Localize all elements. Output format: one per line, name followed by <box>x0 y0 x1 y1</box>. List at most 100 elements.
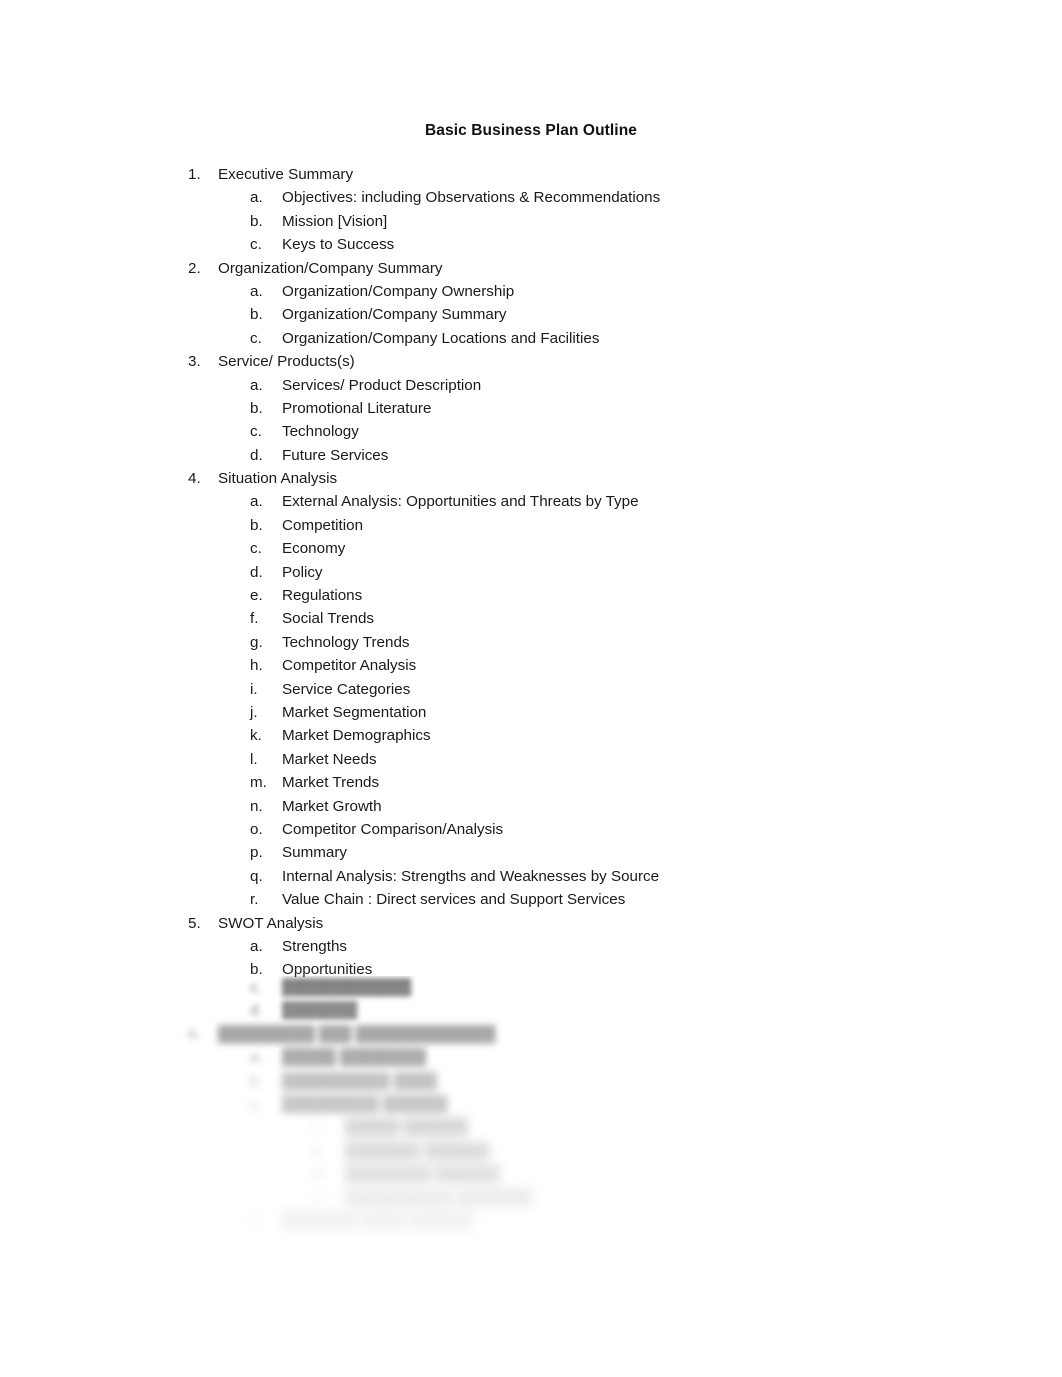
outline-item-label: ███████ ████ ██████ <box>282 1212 474 1230</box>
outline-item-label: Market Segmentation <box>282 703 427 721</box>
outline-item: o. Competitor Comparison/Analysis <box>0 818 1062 841</box>
outline-item-label: Organization/Company Summary <box>282 306 507 324</box>
outline-item: 5. SWOT Analysis <box>0 912 1062 935</box>
outline-item-label: Competition <box>282 516 364 534</box>
page-title: Basic Business Plan Outline <box>424 122 638 139</box>
outline-item-label: Services/ Product Description <box>282 376 482 394</box>
outline-item-marker: 3. <box>188 353 201 371</box>
obscured-band: i. █████ ██████ ii. ███████ ██████ iii. █████… <box>0 1116 1062 1186</box>
outline-item-label: Value Chain : Direct services and Suppor… <box>282 891 626 909</box>
outline-item-marker: 4. <box>188 470 201 488</box>
outline-item-label: Promotional Literature <box>282 399 432 417</box>
outline-item-marker: j. <box>250 703 258 721</box>
outline-list: 1. Executive Summary a. Objectives: includi… <box>0 163 1062 982</box>
outline-item-marker: n. <box>250 797 263 815</box>
outline-item-marker: iv. <box>313 1189 328 1207</box>
outline-item-label: Internal Analysis: Strengths and Weaknes… <box>282 867 660 885</box>
outline-item-marker: 5. <box>188 914 201 932</box>
outline-item-label: █████ ████████ <box>282 1049 427 1067</box>
outline-item: b. Opportunities <box>0 958 1062 981</box>
outline-item-label: Market Needs <box>282 750 377 768</box>
outline-item: b. Organization/Company Summary <box>0 303 1062 326</box>
outline-item-label: ████████ ██████ <box>345 1166 500 1184</box>
outline-item: iii. ████████ ██████ <box>0 1163 1062 1186</box>
outline-item-label: Technology Trends <box>282 633 410 651</box>
obscured-band: 6. █████████ ███ █████████████ a. █████ ███… <box>0 1023 1062 1070</box>
outline-item-label: Regulations <box>282 587 363 605</box>
outline-item-label: Strengths <box>282 937 348 955</box>
outline-item: c. Keys to Success <box>0 233 1062 256</box>
outline-item-marker: a. <box>250 282 263 300</box>
outline-item-label: Technology <box>282 423 359 441</box>
outline-item: l. Market Needs <box>0 748 1062 771</box>
outline-item-label: Summary <box>282 844 347 862</box>
outline-item: h. Competitor Analysis <box>0 654 1062 677</box>
outline-item-label: █████ ██████ <box>345 1119 468 1137</box>
outline-item-marker: b. <box>250 399 263 417</box>
obscured-band: b. ██████████ ████ c. █████████ ██████ <box>0 1070 1062 1117</box>
outline-item-label: █████████ ██████ <box>282 1095 448 1113</box>
outline-item-label: Organization/Company Locations and Facil… <box>282 329 600 347</box>
outline-item: d. Policy <box>0 561 1062 584</box>
outline-item-label: Situation Analysis <box>218 470 338 488</box>
outline-item: 2. Organization/Company Summary <box>0 257 1062 280</box>
outline-item-label: Market Demographics <box>282 727 431 745</box>
outline-item-marker: c. <box>250 1095 262 1113</box>
outline-item-label: Executive Summary <box>218 166 354 183</box>
obscured-content-region: c. ████████████ d. ███████ 6. █████████ ███ █… <box>0 976 1062 1246</box>
outline-item: iv. ██████████ ███████ <box>0 1187 1062 1210</box>
outline-item: b. Mission [Vision] <box>0 210 1062 233</box>
outline-item: i. Service Categories <box>0 678 1062 701</box>
outline-item: i. █████ ██████ <box>0 1116 1062 1139</box>
outline-item: 1. Executive Summary <box>0 163 1062 186</box>
outline-item-marker: a. <box>250 189 263 207</box>
outline-item-label: Service/ Products(s) <box>218 353 355 371</box>
outline-item-marker: a. <box>250 376 263 394</box>
outline-item: 4. Situation Analysis <box>0 467 1062 490</box>
outline-item-label: External Analysis: Opportunities and Thr… <box>282 493 639 511</box>
outline-item: g. Technology Trends <box>0 631 1062 654</box>
outline-item-marker: i. <box>313 1119 321 1137</box>
outline-item-marker: q. <box>250 867 263 885</box>
outline-item: e. Regulations <box>0 584 1062 607</box>
outline-item-label: Market Trends <box>282 774 380 792</box>
outline-item-marker: o. <box>250 820 263 838</box>
outline-item-marker: c. <box>250 236 262 254</box>
outline-item: a. Strengths <box>0 935 1062 958</box>
outline-item-marker: g. <box>250 633 263 651</box>
outline-item-marker: e. <box>250 587 263 605</box>
outline-item-label: Organization/Company Summary <box>218 259 443 277</box>
outline-item-marker: l. <box>250 750 258 768</box>
outline-item-label: Future Services <box>282 446 389 464</box>
outline-item: c. █████████ ██████ <box>0 1093 1062 1116</box>
outline-item: a. █████ ████████ <box>0 1046 1062 1069</box>
outline-item-marker: i. <box>250 680 258 698</box>
outline-item-label: Market Growth <box>282 797 382 815</box>
document-page: Basic Business Plan Outline 1. Executive … <box>0 0 1062 1377</box>
outline-item-label: ███████ ██████ <box>345 1142 490 1160</box>
outline-item-label: ██████████ ████ <box>282 1072 437 1090</box>
outline-item-marker: 6. <box>188 1025 201 1043</box>
outline-item: q. Internal Analysis: Strengths and Weakn… <box>0 865 1062 888</box>
outline-item: r. Value Chain : Direct services and Supp… <box>0 888 1062 911</box>
obscured-band: iv. ██████████ ███████ d. ███████ ████ ████… <box>0 1187 1062 1234</box>
outline-item: p. Summary <box>0 841 1062 864</box>
outline-item-label: ██████████ ███████ <box>345 1189 533 1207</box>
outline-item: 3. Service/ Products(s) <box>0 350 1062 373</box>
outline-item: k. Market Demographics <box>0 724 1062 747</box>
outline-item: d. ███████ <box>0 999 1062 1022</box>
outline-item-marker: f. <box>250 610 259 628</box>
outline-item-label: Objectives: including Observations & Rec… <box>282 189 661 207</box>
outline-item-label: SWOT Analysis <box>218 914 324 932</box>
outline-item-marker: b. <box>250 516 263 534</box>
outline-item-label: Competitor Comparison/Analysis <box>282 820 504 838</box>
outline-item: f. Social Trends <box>0 607 1062 630</box>
outline-item-label: Opportunities <box>282 961 373 979</box>
outline-item-marker: b. <box>250 306 263 324</box>
outline-item-marker: b. <box>250 1072 263 1090</box>
outline-item: m. Market Trends <box>0 771 1062 794</box>
outline-item-marker: h. <box>250 657 263 675</box>
outline-item: ii. ███████ ██████ <box>0 1140 1062 1163</box>
outline-item-label: Social Trends <box>282 610 375 628</box>
outline-item: c. Economy <box>0 537 1062 560</box>
